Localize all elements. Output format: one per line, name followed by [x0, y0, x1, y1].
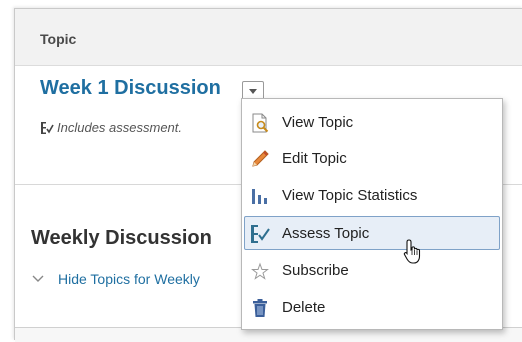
- menu-item-label: Assess Topic: [282, 225, 370, 242]
- hide-topics-link-text: Hide Topics for Weekly: [58, 271, 200, 287]
- assess-icon: [251, 225, 270, 243]
- hide-topics-link[interactable]: Hide Topics for Weekly: [32, 271, 252, 289]
- panel-header: Topic: [15, 9, 522, 66]
- menu-item-label: View Topic: [282, 114, 354, 131]
- menu-item-label: View Topic Statistics: [282, 187, 418, 204]
- menu-item-label: Subscribe: [282, 262, 349, 279]
- assessment-icon: [41, 122, 54, 134]
- menu-item-view-topic[interactable]: View Topic: [244, 105, 500, 139]
- section-heading: Weekly Discussion: [31, 227, 212, 249]
- menu-item-assess-topic[interactable]: Assess Topic: [244, 216, 500, 250]
- chevron-down-icon: [249, 89, 257, 94]
- panel-header-label: Topic: [40, 31, 77, 47]
- trash-icon: [253, 299, 267, 317]
- pencil-icon: [252, 150, 269, 167]
- star-icon: [251, 262, 269, 280]
- statistics-icon: [252, 189, 267, 204]
- menu-item-subscribe[interactable]: Subscribe: [244, 253, 500, 287]
- topic-title-link[interactable]: Week 1 Discussion: [40, 77, 221, 100]
- chevron-down-icon: [32, 275, 44, 282]
- menu-item-label: Edit Topic: [282, 150, 347, 167]
- view-topic-icon: [252, 113, 269, 133]
- menu-item-view-topic-statistics[interactable]: View Topic Statistics: [244, 178, 500, 212]
- topic-context-menu: View Topic Edit Topic View Topic Statist…: [241, 98, 503, 330]
- assessment-note-text: Includes assessment.: [57, 120, 183, 135]
- menu-item-label: Delete: [282, 299, 326, 316]
- mouse-cursor-icon: [403, 239, 421, 264]
- menu-item-delete[interactable]: Delete: [244, 290, 500, 324]
- menu-item-edit-topic[interactable]: Edit Topic: [244, 141, 500, 175]
